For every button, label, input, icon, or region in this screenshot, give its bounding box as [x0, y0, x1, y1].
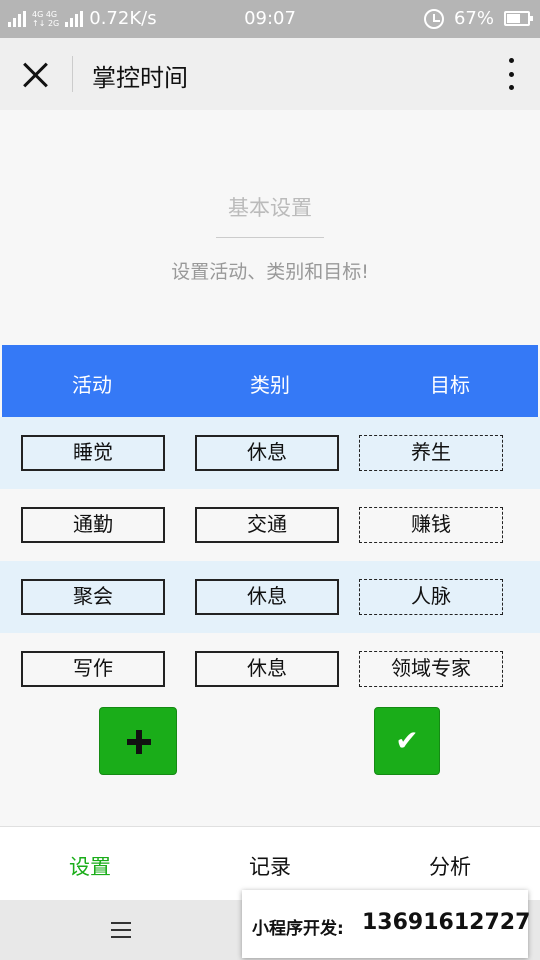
section-title: 基本设置	[228, 196, 312, 220]
status-right: 67%	[423, 8, 533, 29]
table-row: 通勤 交通 赚钱	[0, 489, 540, 561]
tab-bar: 设置 记录 分析	[0, 826, 540, 900]
table-header: 活动 类别 目标	[2, 345, 538, 417]
promo-phone: 13691612727	[362, 910, 531, 935]
column-header-category: 类别	[250, 373, 290, 397]
status-bar: 4G 4G ↑↓ 2G 0.72K/s 09:07 67%	[0, 0, 540, 38]
tab-analysis[interactable]: 分析	[360, 851, 540, 881]
plus-icon	[100, 708, 176, 774]
category-field[interactable]: 交通	[195, 507, 339, 543]
section-subtitle: 设置活动、类别和目标!	[171, 261, 369, 283]
battery-percent: 67%	[453, 8, 494, 29]
goal-field[interactable]: 赚钱	[359, 507, 503, 543]
table-row: 睡觉 休息 养生	[0, 417, 540, 489]
section-divider	[216, 237, 324, 238]
activity-field[interactable]: 睡觉	[21, 435, 165, 471]
confirm-button[interactable]: ✔	[374, 707, 440, 775]
goal-field[interactable]: 养生	[359, 435, 503, 471]
navbar: 掌控时间	[0, 38, 540, 110]
menu-icon[interactable]	[111, 922, 131, 938]
add-row-button[interactable]	[99, 707, 177, 775]
activity-field[interactable]: 写作	[21, 651, 165, 687]
goal-field[interactable]: 人脉	[359, 579, 503, 615]
category-field[interactable]: 休息	[195, 435, 339, 471]
column-header-goal: 目标	[430, 373, 470, 397]
nav-divider	[72, 56, 73, 92]
close-icon[interactable]	[22, 61, 50, 89]
alarm-icon	[423, 8, 444, 29]
table-row: 写作 休息 领域专家	[0, 633, 540, 705]
category-field[interactable]: 休息	[195, 579, 339, 615]
category-field[interactable]: 休息	[195, 651, 339, 687]
activity-field[interactable]: 通勤	[21, 507, 165, 543]
battery-icon	[504, 11, 533, 26]
page-title: 掌控时间	[92, 64, 188, 92]
table-row: 聚会 休息 人脉	[0, 561, 540, 633]
promo-banner: 小程序开发: 13691612727	[242, 890, 531, 958]
promo-label: 小程序开发:	[252, 919, 344, 939]
goal-field[interactable]: 领域专家	[359, 651, 503, 687]
column-header-activity: 活动	[72, 373, 112, 397]
activity-field[interactable]: 聚会	[21, 579, 165, 615]
check-icon: ✔	[395, 724, 419, 757]
tab-records[interactable]: 记录	[180, 851, 360, 881]
more-icon[interactable]	[506, 58, 516, 90]
tab-settings[interactable]: 设置	[0, 851, 180, 881]
